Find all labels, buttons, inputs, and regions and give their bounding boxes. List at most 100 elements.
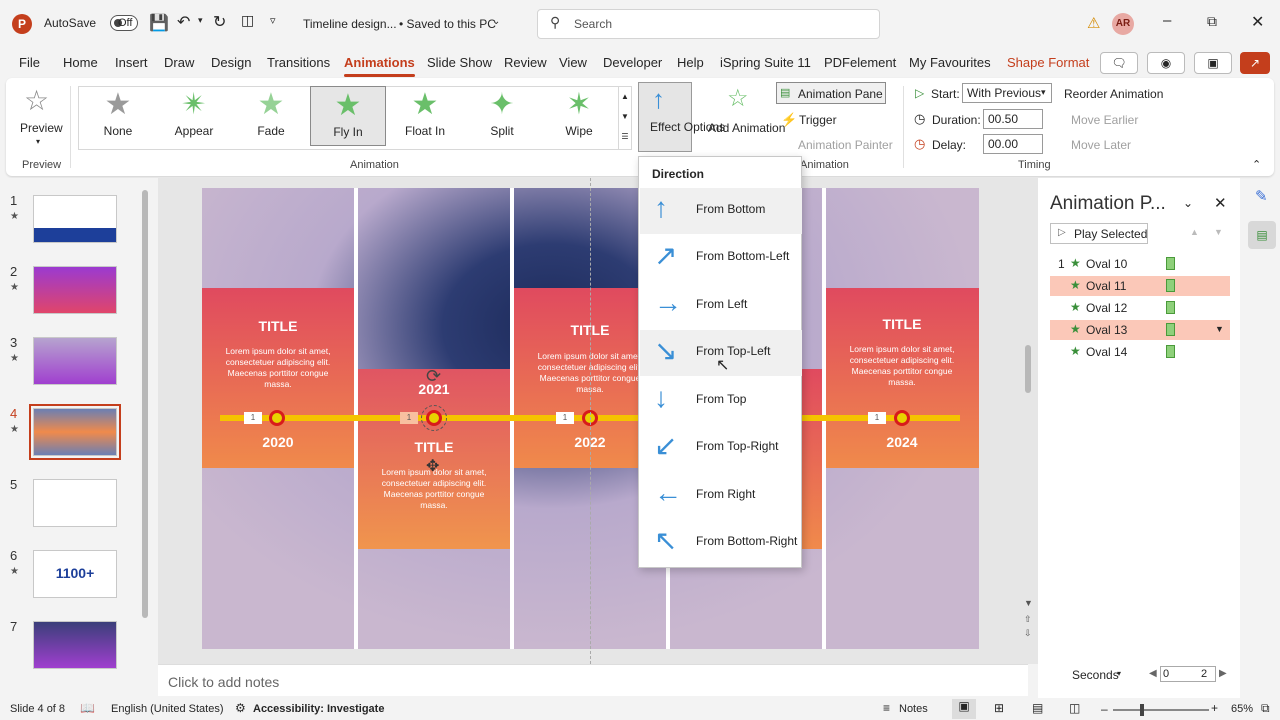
timing-bar[interactable] [1166, 301, 1175, 314]
menu-developer[interactable]: Developer [603, 55, 662, 70]
timeline-dot[interactable] [894, 410, 910, 426]
seconds-dropdown[interactable]: Seconds [1072, 668, 1119, 682]
animation-row[interactable]: ★ Oval 12 [1050, 298, 1230, 318]
notes-placeholder[interactable]: Click to add notes [168, 674, 279, 690]
notes-button[interactable]: Notes [899, 703, 928, 715]
animation-pane-toggle-icon[interactable]: ▤ [1248, 221, 1276, 249]
language-label[interactable]: English (United States) [111, 703, 224, 715]
direction-from-bottom[interactable]: ↑ From Bottom [640, 188, 802, 234]
slide-thumb-5[interactable] [33, 479, 117, 527]
minimize-icon[interactable]: – [1163, 12, 1171, 29]
avatar[interactable]: AR [1112, 13, 1134, 35]
animation-row[interactable]: ★ Oval 11 [1050, 276, 1230, 296]
slide-sorter-icon[interactable]: ⊞ [994, 701, 1004, 715]
menu-review[interactable]: Review [504, 55, 547, 70]
timing-bar[interactable] [1166, 345, 1175, 358]
share-button[interactable]: ↗ [1240, 52, 1270, 74]
menu-design[interactable]: Design [211, 55, 251, 70]
record-button[interactable]: ◉ [1147, 52, 1185, 74]
accessibility-status[interactable]: Accessibility: Investigate [253, 703, 384, 715]
panel-body[interactable]: Lorem ipsum dolor sit amet, consectetuer… [842, 344, 962, 388]
move-earlier-button[interactable]: Move Earlier [1071, 113, 1138, 127]
timing-bar[interactable] [1166, 279, 1175, 292]
normal-view-icon[interactable]: ▣ [952, 699, 976, 719]
panel-title[interactable]: TITLE [358, 439, 510, 455]
direction-from-top[interactable]: ↓ From Top [640, 378, 802, 424]
redo-icon[interactable]: ↻ [213, 12, 226, 32]
menu-slide-show[interactable]: Slide Show [427, 55, 492, 70]
close-pane-icon[interactable]: ✕ [1214, 194, 1227, 212]
preview-star-icon[interactable]: ☆ [24, 84, 49, 117]
timing-bar[interactable] [1166, 257, 1175, 270]
menu-shape-format[interactable]: Shape Format [1007, 55, 1089, 70]
menu-view[interactable]: View [559, 55, 587, 70]
delay-input[interactable]: 00.00 [983, 134, 1043, 154]
preview-button[interactable]: Preview [20, 121, 63, 135]
undo-icon[interactable]: ↶ [177, 12, 190, 32]
menu-transitions[interactable]: Transitions [267, 55, 330, 70]
slide-thumb-7[interactable] [33, 621, 117, 669]
slide-thumb-2[interactable] [33, 266, 117, 314]
effect-options-button[interactable] [638, 82, 692, 152]
customize-qat-icon[interactable]: ▿ [270, 14, 276, 27]
direction-from-bottom-right[interactable]: ↖ From Bottom-Right [640, 520, 802, 566]
menu-file[interactable]: File [19, 55, 40, 70]
scroll-down-icon[interactable]: ▼ [1024, 598, 1033, 608]
duration-input[interactable]: 00.50 [983, 109, 1043, 129]
chevron-down-icon[interactable]: ▾ [1117, 669, 1121, 678]
next-slide-icon[interactable]: ⇩ [1024, 628, 1032, 639]
anim-float-in[interactable]: ★ Float In [387, 86, 463, 146]
zoom-slider[interactable] [1113, 709, 1209, 711]
chevron-down-icon[interactable]: ⌄ [492, 16, 500, 27]
menu-insert[interactable]: Insert [115, 55, 148, 70]
menu-animations[interactable]: Animations [344, 55, 415, 77]
zoom-slider-thumb[interactable] [1140, 704, 1144, 716]
close-icon[interactable]: ✕ [1251, 12, 1264, 32]
move-down-icon[interactable]: ▼ [1214, 227, 1223, 237]
move-up-icon[interactable]: ▲ [1190, 227, 1199, 237]
menu-home[interactable]: Home [63, 55, 98, 70]
trigger-button[interactable]: Trigger [799, 113, 837, 127]
anim-fly-in[interactable]: ★ Fly In [310, 86, 386, 146]
add-animation-star-icon[interactable]: ☆ [727, 84, 749, 113]
comments-button[interactable]: 🗨 [1100, 52, 1138, 74]
slide-thumb-1[interactable] [33, 195, 117, 243]
menu-draw[interactable]: Draw [164, 55, 194, 70]
teams-button[interactable]: ▣ [1194, 52, 1232, 74]
menu-ispring[interactable]: iSpring Suite 11 [720, 55, 811, 70]
menu-my-favourites[interactable]: My Favourites [909, 55, 991, 70]
undo-dropdown-icon[interactable]: ▾ [198, 15, 203, 26]
move-later-button[interactable]: Move Later [1071, 138, 1131, 152]
start-select[interactable]: With Previous [962, 83, 1052, 103]
fit-slide-icon[interactable]: ⧉ [1261, 701, 1270, 716]
anim-fade[interactable]: ★ Fade [233, 86, 309, 146]
direction-from-left[interactable]: → From Left [640, 283, 802, 329]
present-icon[interactable]: ◫ [241, 12, 254, 29]
panel-year[interactable]: 2020 [202, 434, 354, 450]
zoom-out-icon[interactable]: – [1101, 702, 1108, 716]
thumbnail-scrollbar[interactable] [142, 190, 148, 618]
direction-from-top-right[interactable]: ↙ From Top-Right [640, 425, 802, 471]
slideshow-icon[interactable]: ◫ [1069, 701, 1080, 715]
slide-thumb-3[interactable] [33, 337, 117, 385]
gallery-scroll[interactable]: ▲ ▼ ☰ [618, 87, 631, 149]
rotate-handle-icon[interactable]: ⟳ [426, 366, 441, 387]
row-dropdown-icon[interactable]: ▼ [1215, 324, 1224, 334]
anim-none[interactable]: ★ None [80, 86, 156, 146]
timeline-left-icon[interactable]: ◀ [1149, 668, 1157, 679]
warning-icon[interactable]: ⚠ [1087, 14, 1100, 32]
timeline-dot[interactable] [269, 410, 285, 426]
direction-from-bottom-left[interactable]: ↗ From Bottom-Left [640, 235, 802, 281]
save-status[interactable]: • Saved to this PC [399, 17, 496, 31]
notes-area[interactable] [158, 664, 1028, 696]
chevron-down-icon[interactable]: ⌄ [1183, 196, 1193, 210]
designer-icon[interactable]: ✎ [1255, 187, 1268, 205]
document-title[interactable]: Timeline design... [303, 17, 397, 31]
timing-bar[interactable] [1166, 323, 1175, 336]
preview-dropdown-icon[interactable]: ▾ [36, 137, 40, 146]
animation-row[interactable]: ★ Oval 13 ▼ [1050, 320, 1230, 340]
zoom-in-icon[interactable]: + [1211, 701, 1218, 715]
prev-slide-icon[interactable]: ⇧ [1024, 614, 1032, 625]
panel-body[interactable]: Lorem ipsum dolor sit amet, consectetuer… [218, 346, 338, 390]
panel-title[interactable]: TITLE [826, 316, 978, 332]
